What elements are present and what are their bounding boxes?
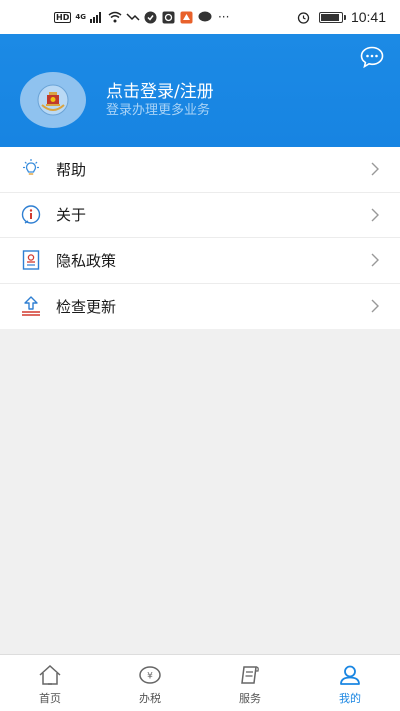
lightbulb-icon xyxy=(20,158,42,180)
wifi-icon xyxy=(108,10,122,24)
tab-home[interactable]: 首页 xyxy=(0,655,100,711)
info-icon xyxy=(20,204,42,226)
network-badge: HD xyxy=(54,11,72,23)
network-generation: 4G xyxy=(75,13,86,21)
menu-item-about[interactable]: 关于 xyxy=(0,193,400,238)
app-notification-icon-2 xyxy=(162,10,176,24)
app-notification-icon xyxy=(144,10,158,24)
menu-item-check-update[interactable]: 检查更新 xyxy=(0,284,400,330)
chevron-right-icon xyxy=(371,162,379,176)
home-icon xyxy=(37,663,63,687)
message-center-icon[interactable] xyxy=(360,46,384,69)
tab-service[interactable]: 服务 xyxy=(200,655,300,711)
update-icon xyxy=(20,295,42,317)
bottom-tab-bar: 首页 ¥ 办税 服务 我的 xyxy=(0,654,400,711)
status-left: HD 4G ··· xyxy=(54,10,229,24)
tab-label: 服务 xyxy=(239,692,261,705)
tab-profile[interactable]: 我的 xyxy=(300,655,400,711)
profile-icon xyxy=(337,663,363,687)
chevron-right-icon xyxy=(371,299,379,313)
tab-label: 办税 xyxy=(139,692,161,705)
chevron-right-icon xyxy=(371,208,379,222)
alarm-icon xyxy=(297,10,311,24)
document-icon xyxy=(20,249,42,271)
avatar[interactable] xyxy=(20,72,86,128)
menu-item-label: 检查更新 xyxy=(56,297,117,316)
login-register-link[interactable]: 点击登录/注册 xyxy=(106,81,214,103)
tab-tax[interactable]: ¥ 办税 xyxy=(100,655,200,711)
menu-item-help[interactable]: 帮助 xyxy=(0,147,400,193)
battery-icon xyxy=(318,11,346,23)
menu-item-label: 帮助 xyxy=(56,160,87,179)
service-icon xyxy=(237,663,263,687)
tab-label: 我的 xyxy=(339,692,361,705)
login-subtitle: 登录办理更多业务 xyxy=(106,103,211,118)
menu-item-privacy-policy[interactable]: 隐私政策 xyxy=(0,238,400,284)
tax-emblem-icon xyxy=(37,84,69,116)
chevron-right-icon xyxy=(371,253,379,267)
status-right: 10:41 xyxy=(297,9,386,25)
app-notification-icon-3 xyxy=(180,10,194,24)
menu-item-label: 关于 xyxy=(56,206,87,225)
status-bar: HD 4G ··· 10:41 xyxy=(0,0,400,34)
profile-header: 点击登录/注册 登录办理更多业务 xyxy=(0,34,400,147)
settings-menu: 帮助 关于 隐私政策 检查更新 xyxy=(0,147,400,329)
menu-item-label: 隐私政策 xyxy=(56,251,117,270)
missed-call-icon xyxy=(126,10,140,24)
more-notifications-icon: ··· xyxy=(217,10,230,24)
message-icon xyxy=(198,10,212,24)
signal-icon xyxy=(89,10,104,24)
tax-icon: ¥ xyxy=(137,663,163,687)
clock: 10:41 xyxy=(350,9,386,25)
svg-text:¥: ¥ xyxy=(147,672,153,682)
tab-label: 首页 xyxy=(39,692,61,705)
